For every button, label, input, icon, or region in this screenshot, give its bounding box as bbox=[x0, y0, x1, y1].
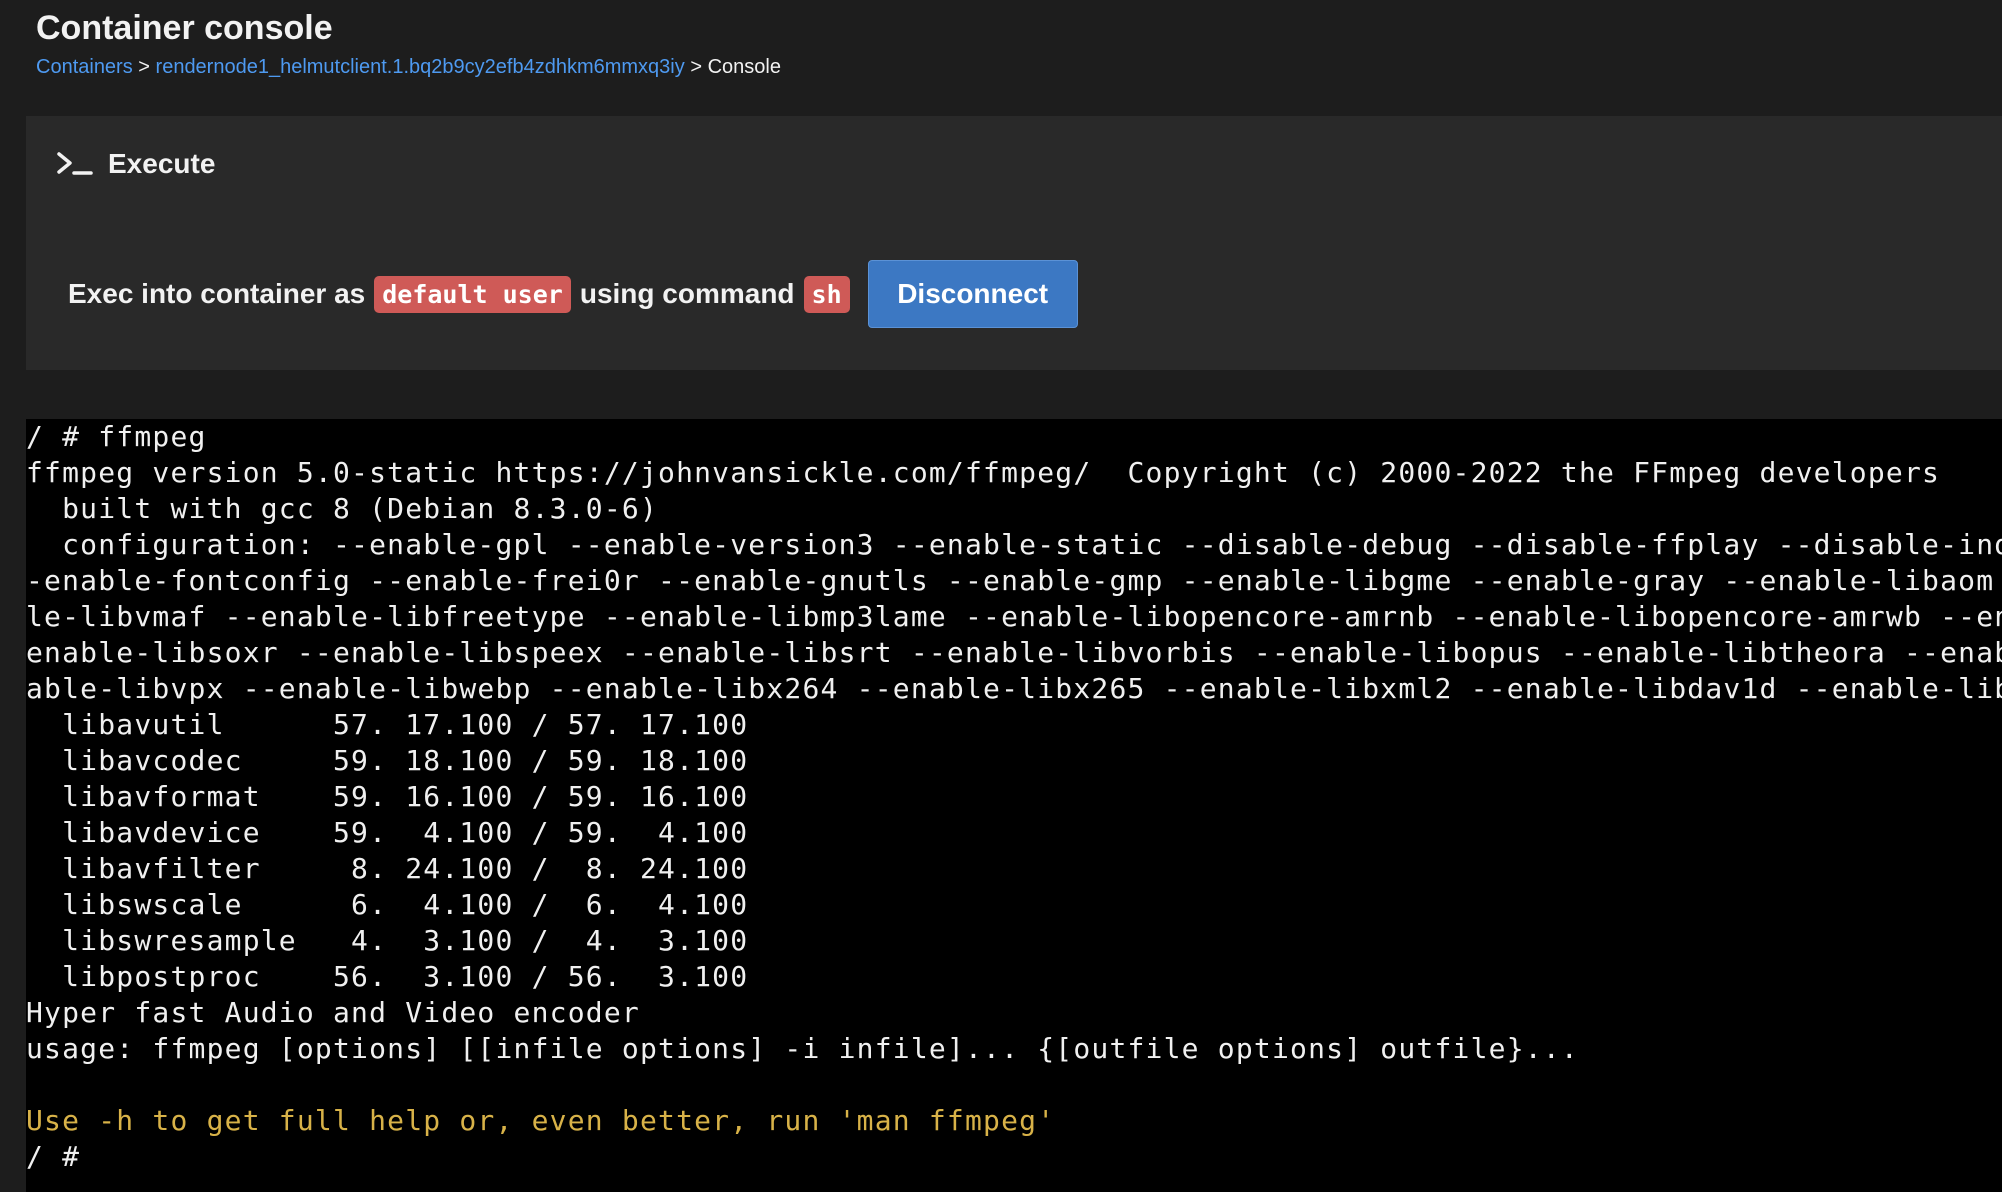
user-badge: default user bbox=[374, 275, 571, 313]
page-title: Container console bbox=[36, 9, 333, 47]
terminal-line: able-libvpx --enable-libwebp --enable-li… bbox=[26, 672, 2002, 705]
command-badge: sh bbox=[803, 275, 850, 313]
terminal-line: libavdevice 59. 4.100 / 59. 4.100 bbox=[26, 816, 749, 849]
terminal-line: libpostproc 56. 3.100 / 56. 3.100 bbox=[26, 960, 749, 993]
terminal-prompt: / # bbox=[26, 1140, 81, 1173]
terminal-icon bbox=[57, 152, 93, 175]
breadcrumb-container-link[interactable]: rendernode1_helmutclient.1.bq2b9cy2efb4z… bbox=[156, 56, 685, 78]
terminal-line: le-libvmaf --enable-libfreetype --enable… bbox=[26, 600, 2002, 633]
terminal-line: libavcodec 59. 18.100 / 59. 18.100 bbox=[26, 744, 749, 777]
terminal-line: ffmpeg version 5.0-static https://johnva… bbox=[26, 456, 1941, 489]
exec-text-before: Exec into container as bbox=[68, 278, 366, 309]
execute-panel-header: Execute bbox=[56, 144, 215, 184]
breadcrumb-separator: > bbox=[690, 56, 702, 78]
terminal-line: configuration: --enable-gpl --enable-ver… bbox=[26, 528, 2002, 561]
terminal-line: usage: ffmpeg [options] [[infile options… bbox=[26, 1032, 1579, 1065]
exec-text-middle: using command bbox=[579, 278, 795, 309]
terminal-line: enable-libsoxr --enable-libspeex --enabl… bbox=[26, 636, 2002, 669]
terminal-line: libavutil 57. 17.100 / 57. 17.100 bbox=[26, 708, 749, 741]
terminal-line: libswscale 6. 4.100 / 6. 4.100 bbox=[26, 888, 749, 921]
breadcrumb-separator: > bbox=[138, 56, 150, 78]
terminal-line: built with gcc 8 (Debian 8.3.0-6) bbox=[26, 492, 659, 525]
disconnect-button[interactable]: Disconnect bbox=[867, 260, 1078, 328]
terminal-line: libavformat 59. 16.100 / 59. 16.100 bbox=[26, 780, 749, 813]
terminal-line: -enable-fontconfig --enable-frei0r --ena… bbox=[26, 564, 1995, 597]
breadcrumb-current: Console bbox=[707, 56, 781, 78]
container-console-page: Container console Containers > rendernod… bbox=[0, 0, 2002, 1192]
execute-panel: Execute Exec into container as default u… bbox=[26, 116, 2002, 370]
exec-row: Exec into container as default user usin… bbox=[68, 260, 1078, 328]
terminal-line: libswresample 4. 3.100 / 4. 3.100 bbox=[26, 924, 749, 957]
terminal-line: / # ffmpeg bbox=[26, 420, 207, 453]
terminal-line-hint: Use -h to get full help or, even better,… bbox=[26, 1104, 1056, 1137]
terminal-console[interactable]: / # ffmpeg ffmpeg version 5.0-static htt… bbox=[26, 419, 2002, 1192]
breadcrumb: Containers > rendernode1_helmutclient.1.… bbox=[36, 52, 781, 82]
terminal-line: libavfilter 8. 24.100 / 8. 24.100 bbox=[26, 852, 749, 885]
terminal-line: Hyper fast Audio and Video encoder bbox=[26, 996, 640, 1029]
breadcrumb-containers-link[interactable]: Containers bbox=[36, 56, 133, 78]
execute-title: Execute bbox=[108, 148, 216, 179]
